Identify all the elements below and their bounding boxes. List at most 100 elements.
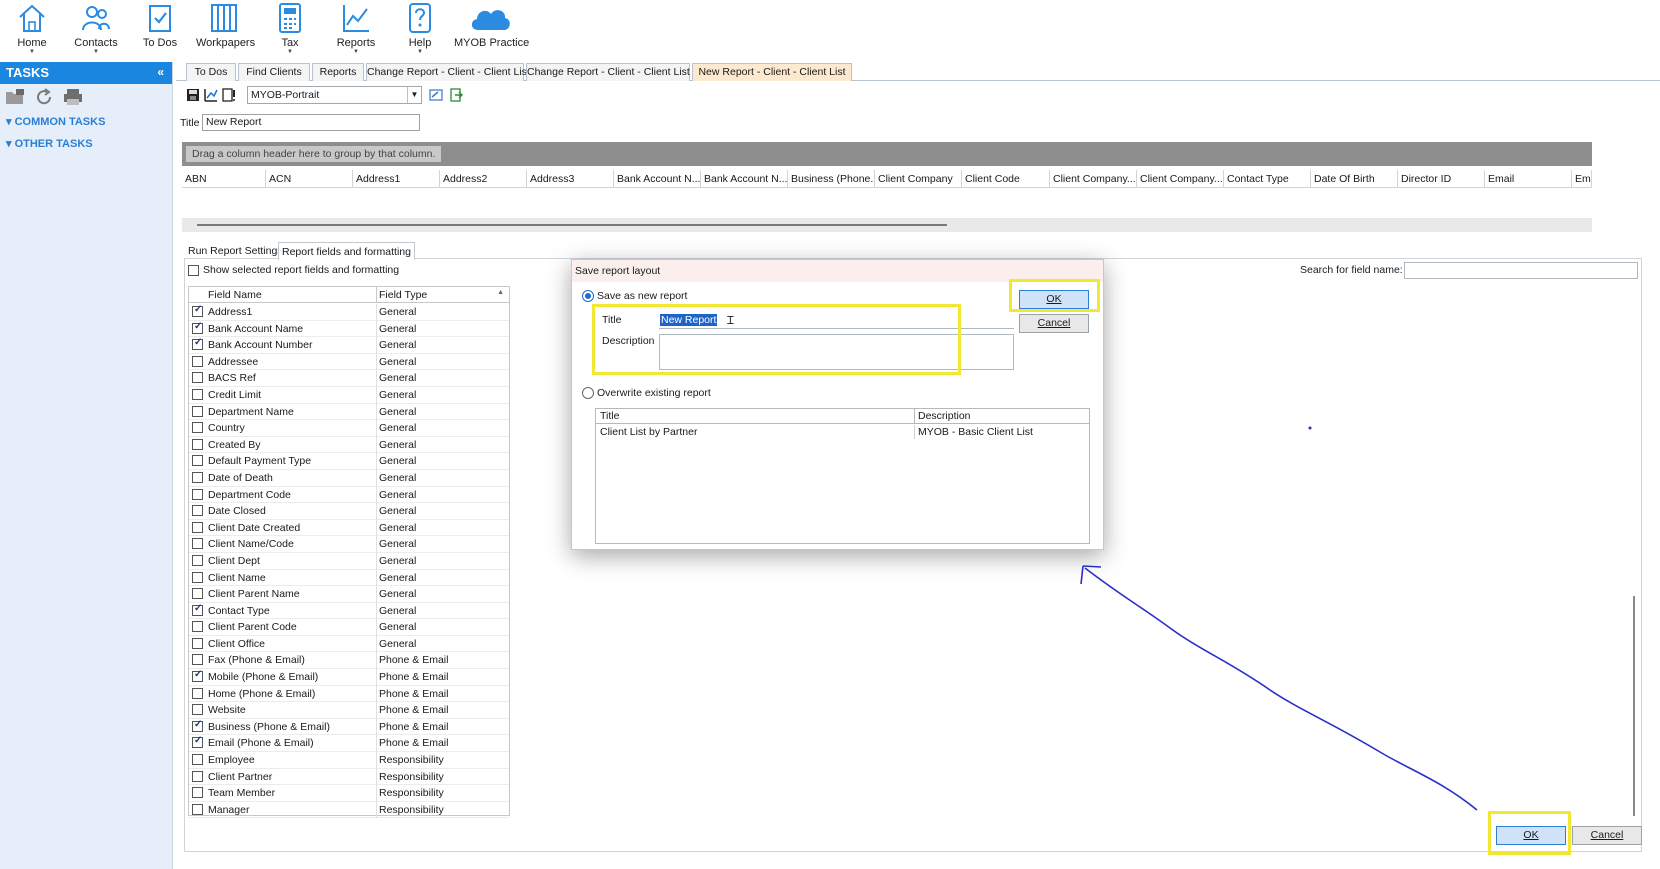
save-as-new-radio[interactable] — [582, 290, 594, 302]
field-name-header[interactable]: Field Name — [208, 289, 262, 301]
field-checkbox[interactable] — [192, 438, 203, 450]
field-checkbox[interactable] — [192, 621, 203, 633]
field-row[interactable]: Contact Type General — [189, 602, 509, 620]
field-row[interactable]: BACS Ref General — [189, 370, 509, 387]
description-column-header[interactable]: Description — [918, 410, 971, 422]
field-checkbox[interactable] — [192, 505, 203, 517]
field-row[interactable]: Date Closed General — [189, 503, 509, 520]
field-checkbox[interactable] — [192, 735, 203, 749]
tab-run-report-settings[interactable]: Run Report Settings — [185, 242, 286, 260]
field-row[interactable]: Bank Account Name General — [189, 320, 509, 338]
column-header[interactable]: ACN — [266, 170, 353, 188]
field-row[interactable]: Client Date Created General — [189, 519, 509, 537]
ribbon-todos[interactable]: To Dos — [140, 0, 180, 58]
field-row[interactable]: Email (Phone & Email) Phone & Email — [189, 735, 509, 753]
column-header[interactable]: Bank Account N... — [614, 170, 701, 188]
field-checkbox[interactable] — [192, 603, 203, 616]
field-row[interactable]: Client Partner Responsibility — [189, 768, 509, 786]
field-row[interactable]: Website Phone & Email — [189, 702, 509, 719]
field-checkbox[interactable] — [192, 704, 203, 716]
column-header[interactable]: ABN — [182, 170, 266, 188]
cancel-button[interactable]: Cancel — [1572, 826, 1642, 845]
column-header[interactable]: Address2 — [440, 170, 527, 188]
save-icon[interactable] — [186, 88, 200, 102]
field-checkbox[interactable] — [192, 355, 203, 367]
title-column-header[interactable]: Title — [600, 410, 619, 422]
field-checkbox[interactable] — [192, 304, 203, 317]
field-checkbox[interactable] — [192, 405, 203, 417]
panel-vertical-scrollbar[interactable] — [1633, 596, 1635, 816]
report-title-input[interactable]: New Report — [202, 114, 420, 131]
common-tasks-section[interactable]: ▾ COMMON TASKS — [0, 112, 172, 131]
tab-find-clients[interactable]: Find Clients — [238, 63, 310, 81]
report-alert-icon[interactable] — [222, 88, 236, 102]
ribbon-contacts[interactable]: Contacts ▼ — [72, 0, 120, 58]
field-row[interactable]: Manager Responsibility — [189, 801, 509, 819]
field-checkbox[interactable] — [192, 669, 203, 683]
field-row[interactable]: Credit Limit General — [189, 386, 509, 404]
open-folder-icon[interactable] — [4, 87, 26, 107]
field-type-header[interactable]: Field Type — [379, 289, 427, 301]
field-search-input[interactable] — [1404, 262, 1638, 279]
field-row[interactable]: Client Office General — [189, 635, 509, 653]
tab-new-report[interactable]: New Report - Client - Client List — [692, 63, 852, 81]
field-row[interactable]: Addressee General — [189, 353, 509, 371]
export-icon[interactable] — [449, 88, 463, 102]
field-row[interactable]: Client Name/Code General — [189, 536, 509, 553]
field-row[interactable]: Created By General — [189, 436, 509, 454]
group-by-band[interactable]: Drag a column header here to group by th… — [182, 142, 1592, 166]
column-header[interactable]: Contact Type — [1224, 170, 1311, 188]
scrollbar-thumb[interactable] — [197, 224, 947, 226]
tab-report-fields-formatting[interactable]: Report fields and formatting — [278, 242, 415, 260]
field-row[interactable]: Client Dept General — [189, 552, 509, 570]
tab-reports[interactable]: Reports — [312, 63, 364, 81]
overwrite-existing-label[interactable]: Overwrite existing report — [597, 387, 711, 399]
field-checkbox[interactable] — [192, 571, 203, 583]
show-selected-checkbox[interactable] — [188, 265, 199, 276]
ribbon-workpapers[interactable]: Workpapers — [196, 0, 255, 58]
field-row[interactable]: Business (Phone & Email) Phone & Email — [189, 718, 509, 736]
column-header[interactable]: Director ID — [1398, 170, 1485, 188]
field-row[interactable]: Department Name General — [189, 403, 509, 421]
field-row[interactable]: Client Name General — [189, 569, 509, 587]
field-checkbox[interactable] — [192, 488, 203, 500]
field-row[interactable]: Client Parent Code General — [189, 619, 509, 636]
field-checkbox[interactable] — [192, 787, 203, 799]
ribbon-reports[interactable]: Reports ▼ — [334, 0, 378, 58]
column-header[interactable]: Bank Account N... — [701, 170, 788, 188]
overwrite-existing-radio[interactable] — [582, 387, 594, 399]
column-header[interactable]: Client Company... — [1050, 170, 1137, 188]
field-checkbox[interactable] — [192, 538, 203, 550]
dialog-cancel-button[interactable]: Cancel — [1019, 314, 1089, 333]
column-header[interactable]: Client Company — [875, 170, 962, 188]
field-row[interactable]: Client Parent Name General — [189, 586, 509, 603]
tab-to-dos[interactable]: To Dos — [186, 63, 236, 81]
field-checkbox[interactable] — [192, 471, 203, 483]
field-checkbox[interactable] — [192, 637, 203, 649]
refresh-icon[interactable] — [33, 87, 55, 107]
edit-chart-icon[interactable] — [204, 88, 218, 102]
field-row[interactable]: Employee Responsibility — [189, 752, 509, 769]
field-checkbox[interactable] — [192, 554, 203, 566]
column-header[interactable]: Address1 — [353, 170, 440, 188]
save-as-new-label[interactable]: Save as new report — [597, 290, 687, 302]
ribbon-myob-practice[interactable]: MYOB Practice — [454, 0, 529, 58]
collapse-icon[interactable]: « — [157, 65, 164, 79]
column-header[interactable]: Client Company... — [1137, 170, 1224, 188]
field-checkbox[interactable] — [192, 388, 203, 400]
column-header[interactable]: Business (Phone... — [788, 170, 875, 188]
column-header[interactable]: Em — [1572, 170, 1592, 188]
field-checkbox[interactable] — [192, 754, 203, 766]
column-header[interactable]: Address3 — [527, 170, 614, 188]
column-header[interactable]: Client Code — [962, 170, 1050, 188]
field-checkbox[interactable] — [192, 588, 203, 600]
tab-change-report-2[interactable]: Change Report - Client - Client List — [526, 63, 690, 81]
field-checkbox[interactable] — [192, 321, 203, 334]
field-checkbox[interactable] — [192, 455, 203, 467]
field-row[interactable]: Country General — [189, 420, 509, 437]
field-row[interactable]: Department Code General — [189, 486, 509, 504]
ribbon-tax[interactable]: Tax ▼ — [270, 0, 310, 58]
tab-change-report-1[interactable]: Change Report - Client - Client List — [366, 63, 530, 81]
field-row[interactable]: Home (Phone & Email) Phone & Email — [189, 685, 509, 703]
field-row[interactable]: Bank Account Number General — [189, 337, 509, 354]
